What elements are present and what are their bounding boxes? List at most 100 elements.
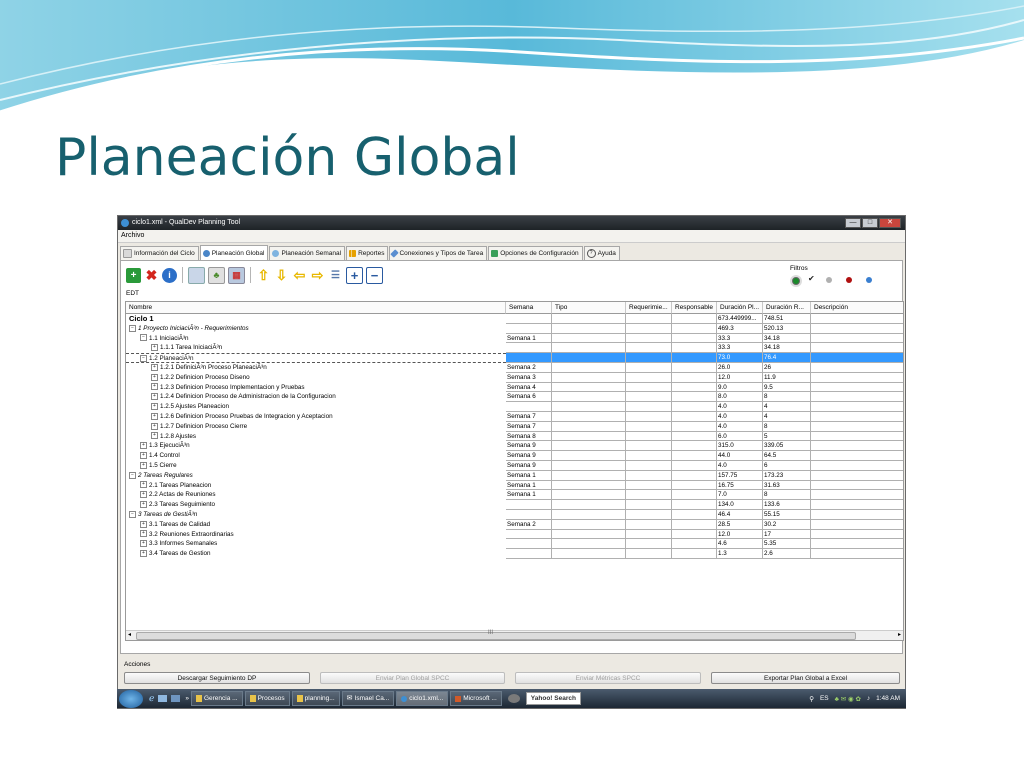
table-row[interactable]: +1.3 EjecuciÃ³n Semana 9 315.0 339.05 [126, 441, 903, 452]
table-row[interactable]: +3.3 Informes Semanales 4.6 5.35 [126, 539, 903, 550]
switch-windows-icon[interactable] [171, 695, 181, 702]
table-cell[interactable] [811, 373, 903, 383]
table-cell[interactable] [552, 519, 626, 530]
table-cell-planned[interactable]: 315.0 [717, 441, 763, 452]
table-cell-semana[interactable] [506, 314, 552, 324]
table-cell-planned[interactable]: 46.4 [717, 510, 763, 520]
table-cell[interactable] [626, 323, 672, 334]
table-cell[interactable] [672, 333, 717, 344]
scroll-right-icon[interactable]: ▸ [898, 631, 901, 638]
table-cell[interactable] [672, 470, 717, 481]
table-cell[interactable] [552, 382, 626, 393]
enviar-plan-global-button[interactable]: Enviar Plan Global SPCC [320, 672, 505, 684]
expand-node-icon[interactable]: + [151, 432, 158, 440]
document-icon[interactable] [188, 266, 205, 284]
add-icon[interactable]: + [126, 267, 141, 283]
tree-node[interactable]: +1.4 Control [126, 451, 520, 461]
table-cell[interactable] [552, 441, 626, 452]
tab-conexiones[interactable]: Conexiones y Tipos de Tarea [389, 246, 488, 260]
table-cell[interactable] [552, 539, 626, 550]
expand-node-icon[interactable]: + [140, 520, 147, 528]
table-cell-planned[interactable]: 12.0 [717, 529, 763, 540]
tree-node[interactable]: +1.2.6 Definicion Proceso Pruebas de Int… [126, 412, 531, 422]
table-cell[interactable] [626, 421, 672, 432]
tree-node[interactable]: +1.5 Cierre [126, 461, 520, 471]
expand-node-icon[interactable]: + [140, 540, 147, 548]
arrow-up-icon[interactable]: ⇧ [256, 267, 271, 283]
table-cell-real[interactable]: 173.23 [763, 470, 811, 481]
collapse-node-icon[interactable]: − [140, 334, 147, 342]
table-cell[interactable] [672, 539, 717, 550]
table-cell[interactable] [672, 549, 717, 559]
table-cell[interactable] [811, 549, 903, 559]
table-row[interactable]: +1.2.4 Definicion Proceso de Administrac… [126, 392, 903, 403]
tree-node[interactable]: +3.3 Informes Semanales [126, 539, 520, 549]
table-cell[interactable] [811, 510, 903, 520]
table-cell[interactable] [552, 510, 626, 520]
tree-node[interactable]: +1.1.1 Tarea IniciaciÃ³n [126, 343, 531, 353]
table-cell[interactable] [672, 461, 717, 471]
table-cell[interactable] [552, 500, 626, 510]
table-cell[interactable] [626, 402, 672, 412]
table-cell[interactable] [672, 431, 717, 442]
table-cell[interactable] [552, 372, 626, 383]
arrow-down-icon[interactable]: ⇩ [274, 267, 289, 283]
table-cell-planned[interactable]: 8.0 [717, 392, 763, 403]
table-row[interactable]: −1.1 IniciaciÃ³n Semana 1 33.3 34.18 [126, 333, 903, 344]
table-cell-semana[interactable]: Semana 9 [506, 461, 552, 471]
table-row[interactable]: −1 Proyecto IniciaciÃ³n - Requerimientos… [126, 323, 903, 334]
table-cell[interactable] [626, 510, 672, 520]
tree-node[interactable]: −1 Proyecto IniciaciÃ³n - Requerimientos [126, 324, 509, 334]
taskbar-item[interactable]: planning... [291, 691, 340, 706]
tab-planeacion-semanal[interactable]: Planeación Semanal [269, 246, 346, 260]
table-cell[interactable] [552, 363, 626, 373]
table-cell[interactable] [672, 363, 717, 373]
clock[interactable]: 1:48 AM [876, 695, 900, 702]
table-cell-planned[interactable]: 44.0 [717, 451, 763, 461]
table-row[interactable]: +1.2.8 Ajustes Semana 8 6.0 5 [126, 431, 903, 442]
table-cell-planned[interactable]: 469.3 [717, 323, 763, 334]
table-cell[interactable] [626, 441, 672, 452]
table-cell[interactable] [626, 363, 672, 373]
table-cell-real[interactable]: 8 [763, 392, 811, 403]
table-cell[interactable] [626, 382, 672, 393]
expand-node-icon[interactable]: + [140, 442, 147, 450]
table-cell-real[interactable]: 4 [763, 402, 811, 412]
table-row[interactable]: +1.2.7 Definicion Proceso Cierre Semana 7… [126, 421, 903, 432]
tree-node[interactable]: +1.2.5 Ajustes Planeacion [126, 402, 531, 412]
table-cell-semana[interactable]: Semana 9 [506, 451, 552, 461]
taskbar-item[interactable]: Procesos [244, 691, 290, 706]
tree-node[interactable]: +1.2.4 Definicion Proceso de Administrac… [126, 392, 531, 402]
table-cell[interactable] [626, 519, 672, 530]
column-header-semana[interactable]: Semana [506, 302, 552, 314]
table-cell-planned[interactable]: 157.75 [717, 470, 763, 481]
table-cell[interactable] [626, 431, 672, 442]
table-cell[interactable] [626, 451, 672, 461]
language-indicator[interactable]: ES [820, 695, 829, 702]
table-cell[interactable] [811, 324, 903, 334]
table-cell-planned[interactable]: 673.449999... [717, 314, 763, 324]
collapse-node-icon[interactable]: − [140, 355, 147, 363]
table-cell[interactable] [811, 353, 903, 363]
table-cell[interactable] [552, 343, 626, 354]
filter-check-icon[interactable]: ✔ [808, 274, 815, 283]
table-row[interactable]: Ciclo 1 673.449999... 748.51 [126, 314, 903, 324]
table-cell[interactable] [672, 480, 717, 491]
table-cell[interactable] [552, 412, 626, 422]
table-cell[interactable] [672, 392, 717, 403]
table-cell-planned[interactable]: 33.3 [717, 333, 763, 344]
scrollbar-thumb[interactable] [136, 632, 856, 640]
table-cell-real[interactable]: 748.51 [763, 314, 811, 324]
tab-informacion-ciclo[interactable]: Información del Ciclo [120, 246, 199, 260]
tree-node[interactable]: +1.2.1 DefiniciÃ³n Proceso PlaneaciÃ³n [126, 363, 531, 373]
tab-planeacion-global[interactable]: Planeación Global [199, 245, 269, 261]
tree-node[interactable]: +1.2.3 Definicion Proceso Implementacion… [126, 383, 531, 393]
table-cell[interactable] [811, 481, 903, 491]
table-row[interactable]: +1.2.6 Definicion Proceso Pruebas de Int… [126, 412, 903, 422]
table-cell-real[interactable]: 5.35 [763, 539, 811, 550]
table-cell-real[interactable]: 4 [763, 412, 811, 422]
expand-node-icon[interactable]: + [140, 550, 147, 558]
filter-red-dot[interactable] [846, 277, 852, 283]
expand-node-icon[interactable]: + [140, 530, 147, 538]
tree-node[interactable]: +2.1 Tareas Planeacion [126, 481, 520, 491]
